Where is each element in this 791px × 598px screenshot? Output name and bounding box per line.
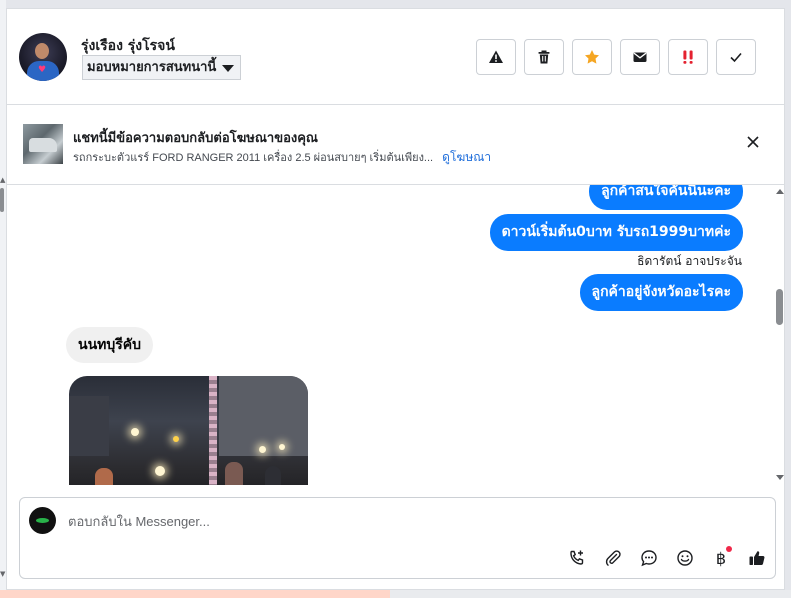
message-bubble-outgoing[interactable]: ลูกค้าสนใจคันนี้นะคะ (589, 185, 743, 210)
close-icon (747, 136, 759, 148)
ad-banner-subtitle: รถกระบะตัวแรร์ FORD RANGER 2011 เครื่อง … (73, 148, 491, 167)
caret-down-icon (222, 65, 235, 72)
message-list[interactable]: ลูกค้าสนใจคันนี้นะคะ ดาวน์เริ่มต้น0บาท ร… (7, 185, 784, 485)
check-icon (730, 52, 742, 63)
trash-icon (538, 50, 550, 64)
header-toolbar (476, 39, 756, 75)
conversation-panel: ♥ รุ่งเรือง รุ่งโรจน์ มอบหมายการสนทนานี้ (6, 8, 785, 590)
warning-icon (489, 50, 503, 63)
ad-banner-title: แชทนี้มีข้อความตอบกลับต่อโฆษณาของคุณ (73, 131, 318, 146)
scroll-up-arrow-icon[interactable] (776, 189, 784, 194)
ad-description: รถกระบะตัวแรร์ FORD RANGER 2011 เครื่อง … (73, 152, 434, 164)
message-list-scrollbar[interactable] (775, 185, 784, 485)
view-ad-link[interactable]: ดูโฆษณา (442, 150, 491, 164)
ad-reply-banner: แชทนี้มีข้อความตอบกลับต่อโฆษณาของคุณ รถก… (7, 105, 784, 185)
page-scroll-down-icon[interactable]: ▼ (0, 570, 5, 578)
incoming-photo-attachment[interactable] (69, 376, 308, 485)
photo-garland (209, 376, 217, 485)
close-banner-button[interactable] (743, 132, 763, 152)
photo-light (259, 446, 266, 453)
saved-replies-button[interactable] (637, 546, 661, 570)
photo-person (225, 462, 243, 485)
photo-person (265, 466, 281, 485)
follow-up-button[interactable] (668, 39, 708, 75)
attach-file-button[interactable] (601, 546, 625, 570)
ad-thumbnail-car (29, 138, 57, 152)
star-icon (585, 50, 599, 64)
avatar-face (35, 43, 49, 59)
reply-composer: ฿ (19, 497, 776, 579)
contact-avatar[interactable]: ♥ (19, 33, 67, 81)
message-bubble-incoming[interactable]: นนทบุรีคับ (66, 327, 154, 363)
mark-unread-button[interactable] (620, 39, 660, 75)
page-logo-icon (36, 518, 49, 523)
photo-light (173, 436, 179, 442)
double-exclamation-icon (683, 50, 693, 64)
page-scroll-up-icon[interactable]: ▲ (0, 176, 5, 184)
message-bubble-outgoing[interactable]: ดาวน์เริ่มต้น0บาท รับรถ1999บาทค่ะ (489, 214, 743, 251)
payment-button[interactable]: ฿ (709, 546, 733, 570)
send-like-button[interactable] (745, 546, 769, 570)
message-bubble-outgoing[interactable]: ลูกค้าอยู่จังหวัดอะไรคะ (579, 274, 743, 311)
saved-replies-icon (641, 550, 657, 567)
page-scroll-thumb[interactable] (0, 188, 4, 212)
call-add-icon (570, 550, 584, 565)
composer-toolbar: ฿ (565, 546, 769, 570)
thumbs-up-icon (749, 551, 765, 565)
ad-thumbnail[interactable] (23, 124, 63, 164)
emoji-icon (677, 550, 693, 566)
sender-name-label: ธิดารัตน์ อาจประจัน (637, 254, 742, 268)
contact-name[interactable]: รุ่งเรือง รุ่งโรจน์ (81, 35, 175, 57)
photo-building (219, 376, 308, 456)
page-avatar (29, 507, 56, 534)
delete-button[interactable] (524, 39, 564, 75)
message-list-scroll-thumb[interactable] (776, 289, 783, 325)
photo-light (279, 444, 285, 450)
photo-light (155, 466, 165, 476)
bottom-strip-right (390, 590, 791, 598)
attachment-icon (605, 550, 621, 566)
reply-input[interactable] (68, 510, 758, 532)
baht-payment-icon: ฿ (715, 548, 727, 568)
photo-person (95, 468, 113, 485)
bottom-strip (0, 590, 390, 598)
assign-conversation-label: มอบหมายการสนทนานี้ (87, 60, 217, 75)
emoji-button[interactable] (673, 546, 697, 570)
assign-conversation-dropdown[interactable]: มอบหมายการสนทนานี้ (82, 55, 242, 80)
photo-building (69, 396, 109, 456)
scroll-down-arrow-icon[interactable] (776, 475, 784, 480)
report-button[interactable] (476, 39, 516, 75)
envelope-icon (633, 52, 647, 62)
call-add-button[interactable] (565, 546, 589, 570)
notification-dot (726, 546, 732, 552)
photo-light (131, 428, 139, 436)
mark-done-button[interactable] (716, 39, 756, 75)
star-button[interactable] (572, 39, 612, 75)
heart-icon: ♥ (38, 65, 47, 75)
conversation-header: ♥ รุ่งเรือง รุ่งโรจน์ มอบหมายการสนทนานี้ (7, 9, 784, 105)
